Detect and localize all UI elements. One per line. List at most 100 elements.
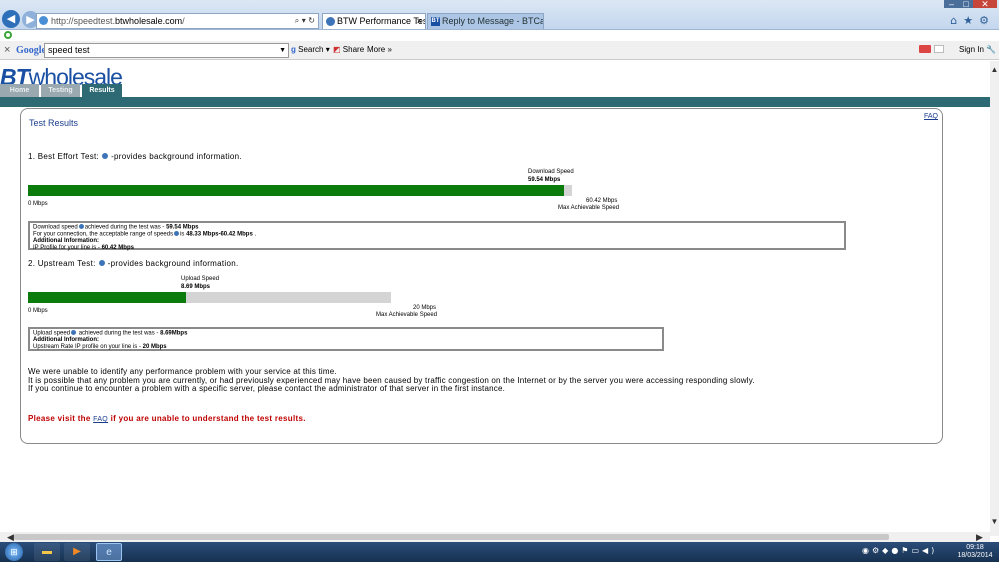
download-min-label: 0 Mbps xyxy=(28,201,48,207)
scroll-left-icon[interactable]: ◀ xyxy=(7,532,14,542)
bluetooth-icon[interactable]: ● xyxy=(891,546,901,555)
system-tray[interactable]: ◉⚙◆●⚑▭◀) xyxy=(862,546,937,555)
header-band xyxy=(0,97,990,107)
dropdown-arrow-icon[interactable]: ▼ xyxy=(279,44,286,57)
status-row xyxy=(0,30,999,41)
upload-max-label: Max Achievable Speed xyxy=(376,312,438,318)
upload-min-label: 0 Mbps xyxy=(28,308,48,314)
scroll-right-icon[interactable]: ▶ xyxy=(976,532,983,542)
maximize-button[interactable]: □ xyxy=(959,0,973,9)
scrollbar-thumb[interactable] xyxy=(14,534,889,540)
message-line-1: We were unable to identify any performan… xyxy=(28,367,337,376)
scroll-up-icon[interactable]: ▲ xyxy=(990,66,999,74)
address-domain: btwholesale.com xyxy=(115,16,183,26)
upload-heading: 2. Upstream Test: -provides background in… xyxy=(28,259,239,268)
play-icon: ▶ xyxy=(73,546,81,557)
loading-icon xyxy=(4,31,12,39)
more-button[interactable]: More » xyxy=(367,44,392,56)
info-icon[interactable] xyxy=(98,260,105,267)
download-max-label: Max Achievable Speed xyxy=(558,205,620,211)
browser-toolbar-icons: ⌂★⚙ xyxy=(950,14,995,27)
star-icon[interactable]: ★ xyxy=(963,14,979,27)
download-speed-label: Download Speed xyxy=(528,169,574,175)
tab-label: Reply to Message - BTCare Co... xyxy=(442,16,543,26)
download-speed-fill xyxy=(28,185,564,196)
home-icon[interactable]: ⌂ xyxy=(950,14,963,27)
scroll-down-icon[interactable]: ▼ xyxy=(990,518,999,526)
upload-info-box: Upload speed achieved during the test wa… xyxy=(28,327,664,351)
tab-close-icon[interactable]: × xyxy=(417,14,422,29)
info-icon[interactable] xyxy=(78,224,84,229)
wrench-icon: 🔧 xyxy=(986,45,997,54)
bt-favicon-icon: BT xyxy=(431,17,440,26)
gear-icon[interactable]: ⚙ xyxy=(979,14,995,27)
media-player-app[interactable]: ▶ xyxy=(64,543,90,561)
info-icon[interactable] xyxy=(174,231,180,237)
explorer-app[interactable]: ▬ xyxy=(34,543,60,561)
address-tools-icon[interactable]: ⌕ ▾ ↻ xyxy=(295,14,315,28)
tab-label: BTW Performance Test xyxy=(337,16,426,26)
tab-btw-performance[interactable]: BTW Performance Test × xyxy=(322,13,426,29)
upload-speed-fill xyxy=(28,292,186,303)
system-clock[interactable]: 09:18 18/03/2014 xyxy=(955,544,995,560)
start-button[interactable]: ⊞ xyxy=(5,543,23,561)
network-icon[interactable]: ▭ xyxy=(911,546,922,555)
download-heading: 1. Best Effort Test: -provides background… xyxy=(28,152,242,161)
sign-in-link[interactable]: Sign In 🔧 xyxy=(959,44,996,56)
flag-icon[interactable]: ⚑ xyxy=(901,546,911,555)
message-line-3: If you continue to encounter a problem w… xyxy=(28,384,506,393)
address-host: http://speedtest. xyxy=(51,16,116,26)
nav-tab-home[interactable]: Home xyxy=(0,84,39,98)
minimize-button[interactable]: – xyxy=(944,0,959,9)
upload-max-value: 20 Mbps xyxy=(413,305,437,311)
search-icon: g xyxy=(291,45,296,54)
internet-explorer-app[interactable]: e xyxy=(96,543,122,561)
google-plus-icon[interactable] xyxy=(919,45,931,53)
back-button[interactable]: ◀ xyxy=(2,10,20,28)
download-speed-bar xyxy=(28,185,572,196)
nav-tab-testing[interactable]: Testing xyxy=(41,84,80,98)
upload-speed-value: 8.69 Mbps xyxy=(181,284,211,290)
search-value: speed test xyxy=(48,45,90,55)
google-logo: Google xyxy=(16,45,46,56)
page-viewport: BTwholesale Home Testing Results FAQ Tes… xyxy=(0,61,990,536)
site-favicon-icon xyxy=(39,16,48,25)
nav-tab-results[interactable]: Results xyxy=(82,84,122,98)
google-search-button[interactable]: g Search ▾ xyxy=(291,44,330,56)
folder-icon: ▬ xyxy=(42,546,52,557)
share-icon: ◩ xyxy=(333,45,341,54)
windows-logo-icon: ⊞ xyxy=(10,547,18,557)
share-button[interactable]: ◩ Share xyxy=(333,44,364,56)
page-title: Test Results xyxy=(29,118,79,128)
antivirus-icon[interactable]: ◆ xyxy=(882,546,891,555)
faq-link[interactable]: FAQ xyxy=(924,113,938,120)
close-window-button[interactable]: ✕ xyxy=(973,0,997,9)
toolbar-close-icon[interactable]: × xyxy=(4,44,10,56)
volume-icon[interactable]: ◀) xyxy=(922,546,937,555)
ie-page-icon xyxy=(326,17,335,26)
address-path: / xyxy=(182,16,185,26)
horizontal-scrollbar[interactable]: ◀ ▶ xyxy=(0,532,990,542)
download-info-box: Download speed achieved during the test w… xyxy=(28,221,846,251)
clock-time: 09:18 xyxy=(966,544,984,551)
upload-speed-label: Upload Speed xyxy=(181,276,220,282)
download-max-value: 60.42 Mbps xyxy=(586,198,618,204)
tab-btcare[interactable]: BT Reply to Message - BTCare Co... xyxy=(427,13,544,29)
vertical-scrollbar[interactable]: ▲ ▼ xyxy=(990,61,999,536)
upload-speed-bar xyxy=(28,292,391,303)
info-icon[interactable] xyxy=(102,153,109,160)
windows-taskbar: ⊞ ▬ ▶ e ◉⚙◆●⚑▭◀) 09:18 18/03/2014 xyxy=(0,542,999,562)
info-icon[interactable] xyxy=(71,330,77,335)
google-search-input[interactable]: speed test ▼ xyxy=(44,43,289,58)
download-speed-value: 59.54 Mbps xyxy=(528,177,561,183)
google-toolbar: × Google speed test ▼ g Search ▾ ◩ Share… xyxy=(0,41,999,60)
browser-chrome: ◀ ▶ http://speedtest.btwholesale.com/ ⌕ … xyxy=(0,0,999,30)
steam-icon[interactable]: ◉ xyxy=(862,546,872,555)
address-bar[interactable]: http://speedtest.btwholesale.com/ ⌕ ▾ ↻ xyxy=(36,13,319,29)
clock-date: 18/03/2014 xyxy=(957,552,993,559)
ie-icon: e xyxy=(106,547,112,558)
notification-icon[interactable] xyxy=(934,45,944,53)
faq-prompt: Please visit the FAQ if you are unable t… xyxy=(28,414,306,423)
tray-tool-icon[interactable]: ⚙ xyxy=(872,546,882,555)
faq-inline-link[interactable]: FAQ xyxy=(93,416,108,423)
